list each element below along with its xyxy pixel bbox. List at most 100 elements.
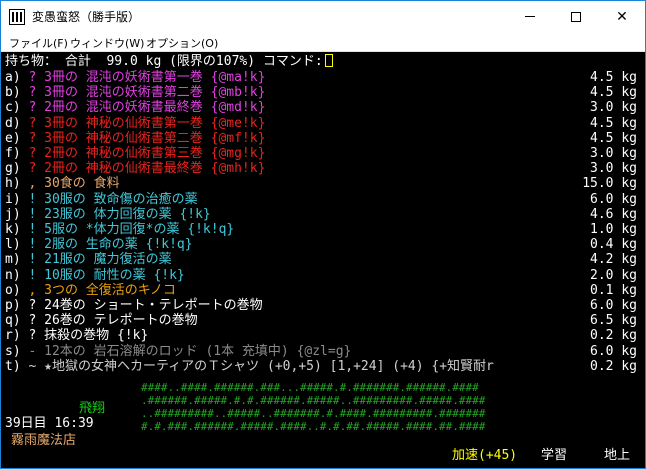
item-weight: 2.0 kg xyxy=(590,267,637,283)
item-name: ! 30服の 致命傷の治癒の薬 xyxy=(28,191,198,207)
item-weight: 4.5 kg xyxy=(590,130,637,146)
item-name: ! 21服の 魔力復活の薬 xyxy=(28,252,172,268)
inventory-item[interactable]: i) ! 30服の 致命傷の治癒の薬 6.0 kg xyxy=(5,192,637,207)
item-weight: 4.2 kg xyxy=(590,252,637,268)
map-line: ..#########..#####..#######.#.####.#####… xyxy=(141,407,486,420)
map-line: .######.#####.#.#.######.#####..########… xyxy=(141,394,486,407)
item-slot-letter: d) xyxy=(5,115,21,131)
inventory-item[interactable]: h) , 30食の 食料 15.0 kg xyxy=(5,176,637,191)
close-button[interactable]: ✕ xyxy=(599,1,645,32)
minimize-icon xyxy=(525,16,535,17)
item-weight: 6.5 kg xyxy=(590,313,637,329)
item-name: ? 抹殺の巻物 {!k} xyxy=(28,328,149,344)
inventory-item[interactable]: j) ! 23服の 体力回復の薬 {!k} 4.6 kg xyxy=(5,207,637,222)
window-title: 変愚蛮怒（勝手版） xyxy=(32,10,141,24)
inventory-item[interactable]: r) ? 抹殺の巻物 {!k} 0.2 kg xyxy=(5,328,637,343)
item-name: ? 3冊の 神秘の仙術書第二巻 {@mf!k} xyxy=(28,130,266,146)
item-name: ? 3冊の 混沌の妖術書第二巻 {@mb!k} xyxy=(28,85,266,101)
item-weight: 3.0 kg xyxy=(590,146,637,161)
mini-map: ####..####.######.###...#####.#.#######.… xyxy=(141,381,485,433)
map-line: ####..####.######.###...#####.#.#######.… xyxy=(141,381,479,394)
inventory-item[interactable]: b) ? 3冊の 混沌の妖術書第二巻 {@mb!k} 4.5 kg xyxy=(5,85,637,100)
item-weight: 3.0 kg xyxy=(590,161,637,177)
item-slot-letter: c) xyxy=(5,100,21,116)
inventory-summary: 持ち物： 合計 99.0 kg (限界の107%) コマンド: xyxy=(5,54,323,69)
map-line: #.#.###.######.#####.####..#.#.##.#####.… xyxy=(141,420,486,433)
inventory-item[interactable]: o) , 3つの 全復活のキノコ 0.1 kg xyxy=(5,283,637,298)
maximize-icon xyxy=(571,11,581,22)
status-location: 霧雨魔法店 xyxy=(11,433,77,448)
item-slot-letter: l) xyxy=(5,237,21,253)
item-weight: 4.5 kg xyxy=(590,70,637,85)
item-slot-letter: a) xyxy=(5,70,21,85)
item-weight: 0.2 kg xyxy=(590,358,637,374)
item-slot-letter: g) xyxy=(5,161,21,177)
item-slot-letter: i) xyxy=(5,191,21,207)
item-name: ~ ★地獄の女神ヘカーティアのＴシャツ (+0,+5) [1,+24] (+4)… xyxy=(28,358,494,374)
item-slot-letter: e) xyxy=(5,130,21,146)
item-weight: 6.0 kg xyxy=(590,191,637,207)
inventory-item[interactable]: l) ! 2服の 生命の薬 {!k!q} 0.4 kg xyxy=(5,237,637,252)
item-slot-letter: s) xyxy=(5,343,21,359)
text-cursor xyxy=(324,54,333,67)
item-name: ! 2服の 生命の薬 {!k!q} xyxy=(28,237,193,253)
item-name: - 12本の 岩石溶解のロッド (1本 充填中) {@zl=g} xyxy=(28,343,352,359)
inventory-header: 持ち物： 合計 99.0 kg (限界の107%) コマンド: xyxy=(5,54,333,69)
game-terminal[interactable]: 持ち物： 合計 99.0 kg (限界の107%) コマンド: a) ? 3冊の… xyxy=(1,52,645,468)
item-weight: 0.2 kg xyxy=(590,328,637,344)
status-study: 学習 xyxy=(541,448,568,463)
inventory-item[interactable]: f) ? 2冊の 神秘の仙術書第三巻 {@mg!k} 3.0 kg xyxy=(5,146,637,161)
item-slot-letter: h) xyxy=(5,176,21,192)
item-slot-letter: q) xyxy=(5,313,21,329)
menu-options[interactable]: オプション(O) xyxy=(146,35,218,51)
app-icon xyxy=(9,9,25,25)
inventory-item[interactable]: g) ? 2冊の 神秘の仙術書最終巻 {@mh!k} 3.0 kg xyxy=(5,161,637,176)
menu-file[interactable]: ファイル(F) xyxy=(9,35,68,51)
inventory-item[interactable]: q) ? 26巻の テレポートの巻物 6.5 kg xyxy=(5,313,637,328)
item-weight: 4.5 kg xyxy=(590,115,637,131)
item-name: ! 10服の 耐性の薬 {!k} xyxy=(28,267,185,283)
inventory-item[interactable]: a) ? 3冊の 混沌の妖術書第一巻 {@ma!k} 4.5 kg xyxy=(5,70,637,85)
maximize-button[interactable] xyxy=(553,1,599,32)
minimize-button[interactable] xyxy=(507,1,553,32)
item-slot-letter: m) xyxy=(5,252,21,268)
item-weight: 1.0 kg xyxy=(590,222,637,237)
close-icon: ✕ xyxy=(616,8,628,25)
inventory-item[interactable]: t) ~ ★地獄の女神ヘカーティアのＴシャツ (+0,+5) [1,+24] (… xyxy=(5,359,637,374)
item-weight: 4.5 kg xyxy=(590,85,637,101)
item-slot-letter: b) xyxy=(5,85,21,101)
inventory-item[interactable]: k) ! 5服の *体力回復*の薬 {!k!q} 1.0 kg xyxy=(5,222,637,237)
item-name: ? 26巻の テレポートの巻物 xyxy=(28,313,198,329)
item-weight: 0.1 kg xyxy=(590,282,637,298)
item-slot-letter: k) xyxy=(5,222,21,237)
item-name: ? 3冊の 神秘の仙術書第一巻 {@me!k} xyxy=(28,115,266,131)
item-name: ? 24巻の ショート・テレポートの巻物 xyxy=(28,298,263,313)
status-depth: 地上 xyxy=(604,448,631,463)
item-slot-letter: j) xyxy=(5,206,21,222)
item-weight: 15.0 kg xyxy=(582,176,637,192)
item-weight: 0.4 kg xyxy=(590,237,637,253)
inventory-item[interactable]: c) ? 2冊の 混沌の妖術書最終巻 {@md!k} 3.0 kg xyxy=(5,100,637,115)
status-speed: 加速(+45) xyxy=(452,448,518,463)
item-slot-letter: o) xyxy=(5,282,21,298)
item-name: ! 23服の 体力回復の薬 {!k} xyxy=(28,206,211,222)
inventory-item[interactable]: d) ? 3冊の 神秘の仙術書第一巻 {@me!k} 4.5 kg xyxy=(5,116,637,131)
item-weight: 6.0 kg xyxy=(590,343,637,359)
inventory-item[interactable]: n) ! 10服の 耐性の薬 {!k} 2.0 kg xyxy=(5,268,637,283)
inventory-item[interactable]: e) ? 3冊の 神秘の仙術書第二巻 {@mf!k} 4.5 kg xyxy=(5,131,637,146)
inventory-item[interactable]: s) - 12本の 岩石溶解のロッド (1本 充填中) {@zl=g} 6.0 k… xyxy=(5,344,637,359)
item-slot-letter: t) xyxy=(5,358,21,374)
item-name: ? 2冊の 混沌の妖術書最終巻 {@md!k} xyxy=(28,100,266,116)
item-name: ? 2冊の 神秘の仙術書最終巻 {@mh!k} xyxy=(28,161,266,177)
item-slot-letter: p) xyxy=(5,298,21,313)
title-bar[interactable]: 変愚蛮怒（勝手版） ✕ xyxy=(1,1,645,32)
item-name: ? 2冊の 神秘の仙術書第三巻 {@mg!k} xyxy=(28,146,266,161)
item-weight: 3.0 kg xyxy=(590,100,637,116)
item-name: ? 3冊の 混沌の妖術書第一巻 {@ma!k} xyxy=(28,70,266,85)
inventory-item[interactable]: p) ? 24巻の ショート・テレポートの巻物 6.0 kg xyxy=(5,298,637,313)
item-name: , 3つの 全復活のキノコ xyxy=(28,282,176,298)
item-weight: 4.6 kg xyxy=(590,206,637,222)
item-weight: 6.0 kg xyxy=(590,298,637,313)
menu-window[interactable]: ウィンドウ(W) xyxy=(70,35,144,51)
inventory-item[interactable]: m) ! 21服の 魔力復活の薬 4.2 kg xyxy=(5,252,637,267)
